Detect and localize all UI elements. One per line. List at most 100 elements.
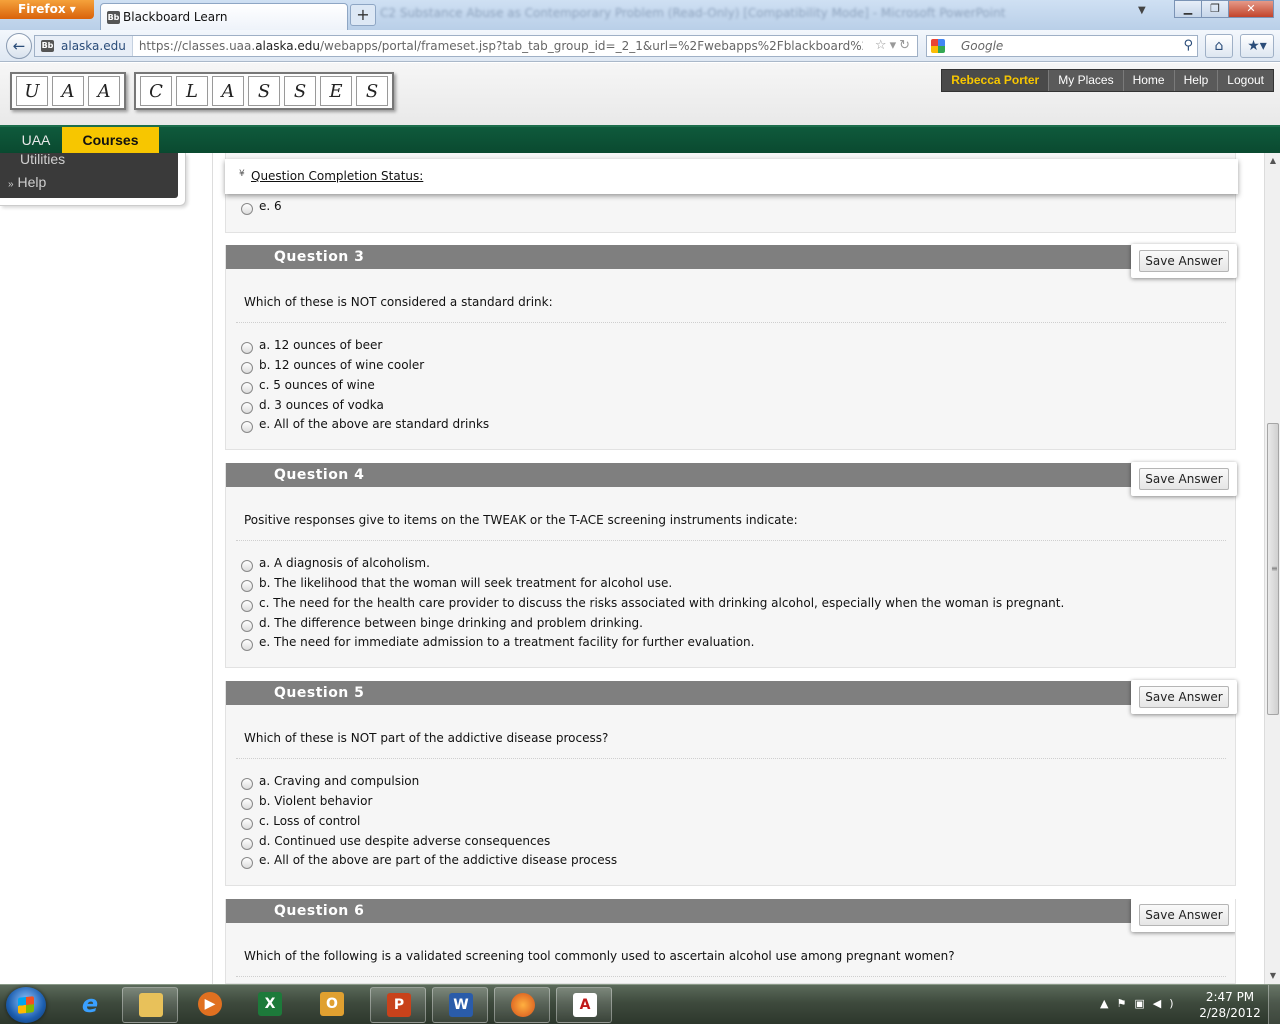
scroll-down-icon[interactable]: ▼ (1265, 968, 1280, 984)
answer-option[interactable]: c. Loss of control (241, 814, 360, 830)
question-completion-status-panel[interactable]: ¥ Question Completion Status: (225, 159, 1238, 194)
save-answer-button[interactable]: Save Answer (1139, 686, 1229, 708)
answer-option-label: d. 3 ounces of vodka (259, 398, 384, 412)
search-input[interactable]: Google (961, 36, 1003, 56)
my-places-link[interactable]: My Places (1048, 70, 1122, 91)
url-text[interactable]: https://classes.uaa.alaska.edu/webapps/p… (133, 36, 863, 56)
radio-button[interactable] (241, 620, 253, 632)
radio-button[interactable] (241, 402, 253, 414)
search-icon[interactable]: ⚲ (1183, 36, 1193, 56)
radio-button[interactable] (241, 778, 253, 790)
firefox-icon (511, 993, 535, 1017)
system-clock[interactable]: 2:47 PM 2/28/2012 (1198, 989, 1262, 1021)
radio-button[interactable] (241, 838, 253, 850)
tab-list-chevron-icon[interactable]: ▼ (1138, 5, 1146, 16)
taskbar-powerpoint[interactable]: P (370, 987, 426, 1023)
menu-item-utilities[interactable]: Utilities (20, 151, 65, 167)
answer-option[interactable]: e. All of the above are standard drinks (241, 417, 489, 433)
home-icon[interactable]: ⌂ (1205, 34, 1233, 58)
reload-icon[interactable]: ↻ (899, 38, 913, 53)
logo-letter: U (16, 76, 48, 106)
classes-logo[interactable]: C L A S S E S (134, 72, 394, 110)
scrollbar-thumb[interactable]: ≡ (1267, 423, 1279, 715)
answer-option[interactable]: a. A diagnosis of alcoholism. (241, 556, 430, 572)
tab-courses[interactable]: Courses (62, 127, 159, 153)
answer-option[interactable]: a. Craving and compulsion (241, 774, 419, 790)
radio-button[interactable] (241, 362, 253, 374)
page-scrollbar[interactable]: ▲ ≡ ▼ (1264, 153, 1280, 984)
minimize-button[interactable]: ▁ (1174, 0, 1202, 18)
logout-link[interactable]: Logout (1217, 70, 1273, 91)
logo-letter: C (140, 76, 172, 106)
answer-option-label: e. All of the above are part of the addi… (259, 853, 618, 867)
taskbar-outlook[interactable]: O (304, 987, 360, 1023)
answer-option-label: c. The need for the health care provider… (259, 596, 1065, 610)
answer-option[interactable]: b. Violent behavior (241, 794, 372, 810)
maximize-button[interactable]: ❐ (1201, 0, 1229, 18)
radio-button[interactable] (241, 342, 253, 354)
bookmarks-menu-icon[interactable]: ★▾ (1240, 34, 1274, 58)
answer-option[interactable]: b. 12 ounces of wine cooler (241, 358, 424, 374)
answer-option[interactable]: c. The need for the health care provider… (241, 596, 1064, 612)
taskbar-explorer[interactable] (122, 987, 178, 1023)
media-player-icon: ▶ (198, 992, 222, 1016)
radio-button[interactable] (241, 580, 253, 592)
radio-button[interactable] (241, 600, 253, 612)
taskbar-ie[interactable]: e (62, 987, 118, 1023)
answer-option[interactable]: d. 3 ounces of vodka (241, 398, 384, 414)
answer-option[interactable]: e. The need for immediate admission to a… (241, 635, 754, 651)
taskbar-firefox[interactable] (494, 987, 550, 1023)
answer-option[interactable]: e. All of the above are part of the addi… (241, 853, 617, 869)
radio-button[interactable] (241, 639, 253, 651)
menu-item-help[interactable]: » Help (8, 174, 46, 190)
taskbar-excel[interactable]: X (242, 987, 298, 1023)
show-hidden-icons-icon[interactable]: ▲ (1100, 997, 1116, 1010)
show-desktop-button[interactable] (1268, 985, 1280, 1024)
answer-option[interactable]: e. 6 (241, 199, 282, 215)
answer-option[interactable]: a. 12 ounces of beer (241, 338, 382, 354)
start-button[interactable] (6, 987, 46, 1023)
firefox-menu-button[interactable]: Firefox ▾ (0, 0, 94, 19)
radio-button[interactable] (241, 560, 253, 572)
divider (236, 976, 1226, 977)
save-answer-button[interactable]: Save Answer (1139, 904, 1229, 926)
action-center-flag-icon[interactable]: ⚑ (1116, 997, 1134, 1010)
question-completion-status-label[interactable]: Question Completion Status: (251, 169, 423, 183)
close-window-button[interactable]: ✕ (1228, 0, 1274, 18)
site-identity[interactable]: Bb alaska.edu (35, 36, 133, 56)
bookmark-star-icon[interactable]: ☆ (875, 38, 890, 53)
google-icon[interactable] (931, 39, 945, 53)
new-tab-button[interactable]: + (350, 4, 376, 26)
home-link[interactable]: Home (1122, 70, 1174, 91)
radio-button[interactable] (241, 857, 253, 869)
radio-button[interactable] (241, 818, 253, 830)
radio-button[interactable] (241, 421, 253, 433)
save-answer-button[interactable]: Save Answer (1139, 468, 1229, 490)
help-link[interactable]: Help (1173, 70, 1218, 91)
uaa-logo[interactable]: U A A (10, 72, 126, 110)
tab-uaa[interactable]: UAA (10, 127, 62, 153)
taskbar-word[interactable]: W (432, 987, 488, 1023)
taskbar-media-player[interactable]: ▶ (182, 987, 238, 1023)
back-button[interactable]: ← (6, 33, 32, 59)
radio-button[interactable] (241, 798, 253, 810)
radio-button[interactable] (241, 203, 253, 215)
radio-button[interactable] (241, 382, 253, 394)
answer-option[interactable]: d. The difference between binge drinking… (241, 616, 643, 632)
url-bar[interactable]: Bb alaska.edu https://classes.uaa.alaska… (34, 35, 918, 57)
save-answer-button[interactable]: Save Answer (1139, 250, 1229, 272)
taskbar-acrobat[interactable]: A (556, 987, 612, 1023)
browser-tab-blackboard[interactable]: Bb Blackboard Learn (100, 3, 348, 30)
logo-letter: S (248, 76, 280, 106)
answer-option[interactable]: b. The likelihood that the woman will se… (241, 576, 672, 592)
scroll-up-icon[interactable]: ▲ (1265, 153, 1280, 169)
answer-option[interactable]: c. 5 ounces of wine (241, 378, 375, 394)
answer-option[interactable]: d. Continued use despite adverse consequ… (241, 834, 550, 850)
volume-icon[interactable]: ◀) (1153, 997, 1182, 1010)
user-name-link[interactable]: Rebecca Porter (942, 70, 1049, 91)
question-text: Which of these is NOT considered a stand… (244, 295, 553, 309)
question-header: Question 4 (226, 463, 1237, 487)
search-bar[interactable]: Google ⚲ (926, 35, 1198, 57)
network-icon[interactable]: ▣ (1134, 997, 1152, 1010)
history-dropdown-icon[interactable]: ▾ (890, 38, 900, 53)
